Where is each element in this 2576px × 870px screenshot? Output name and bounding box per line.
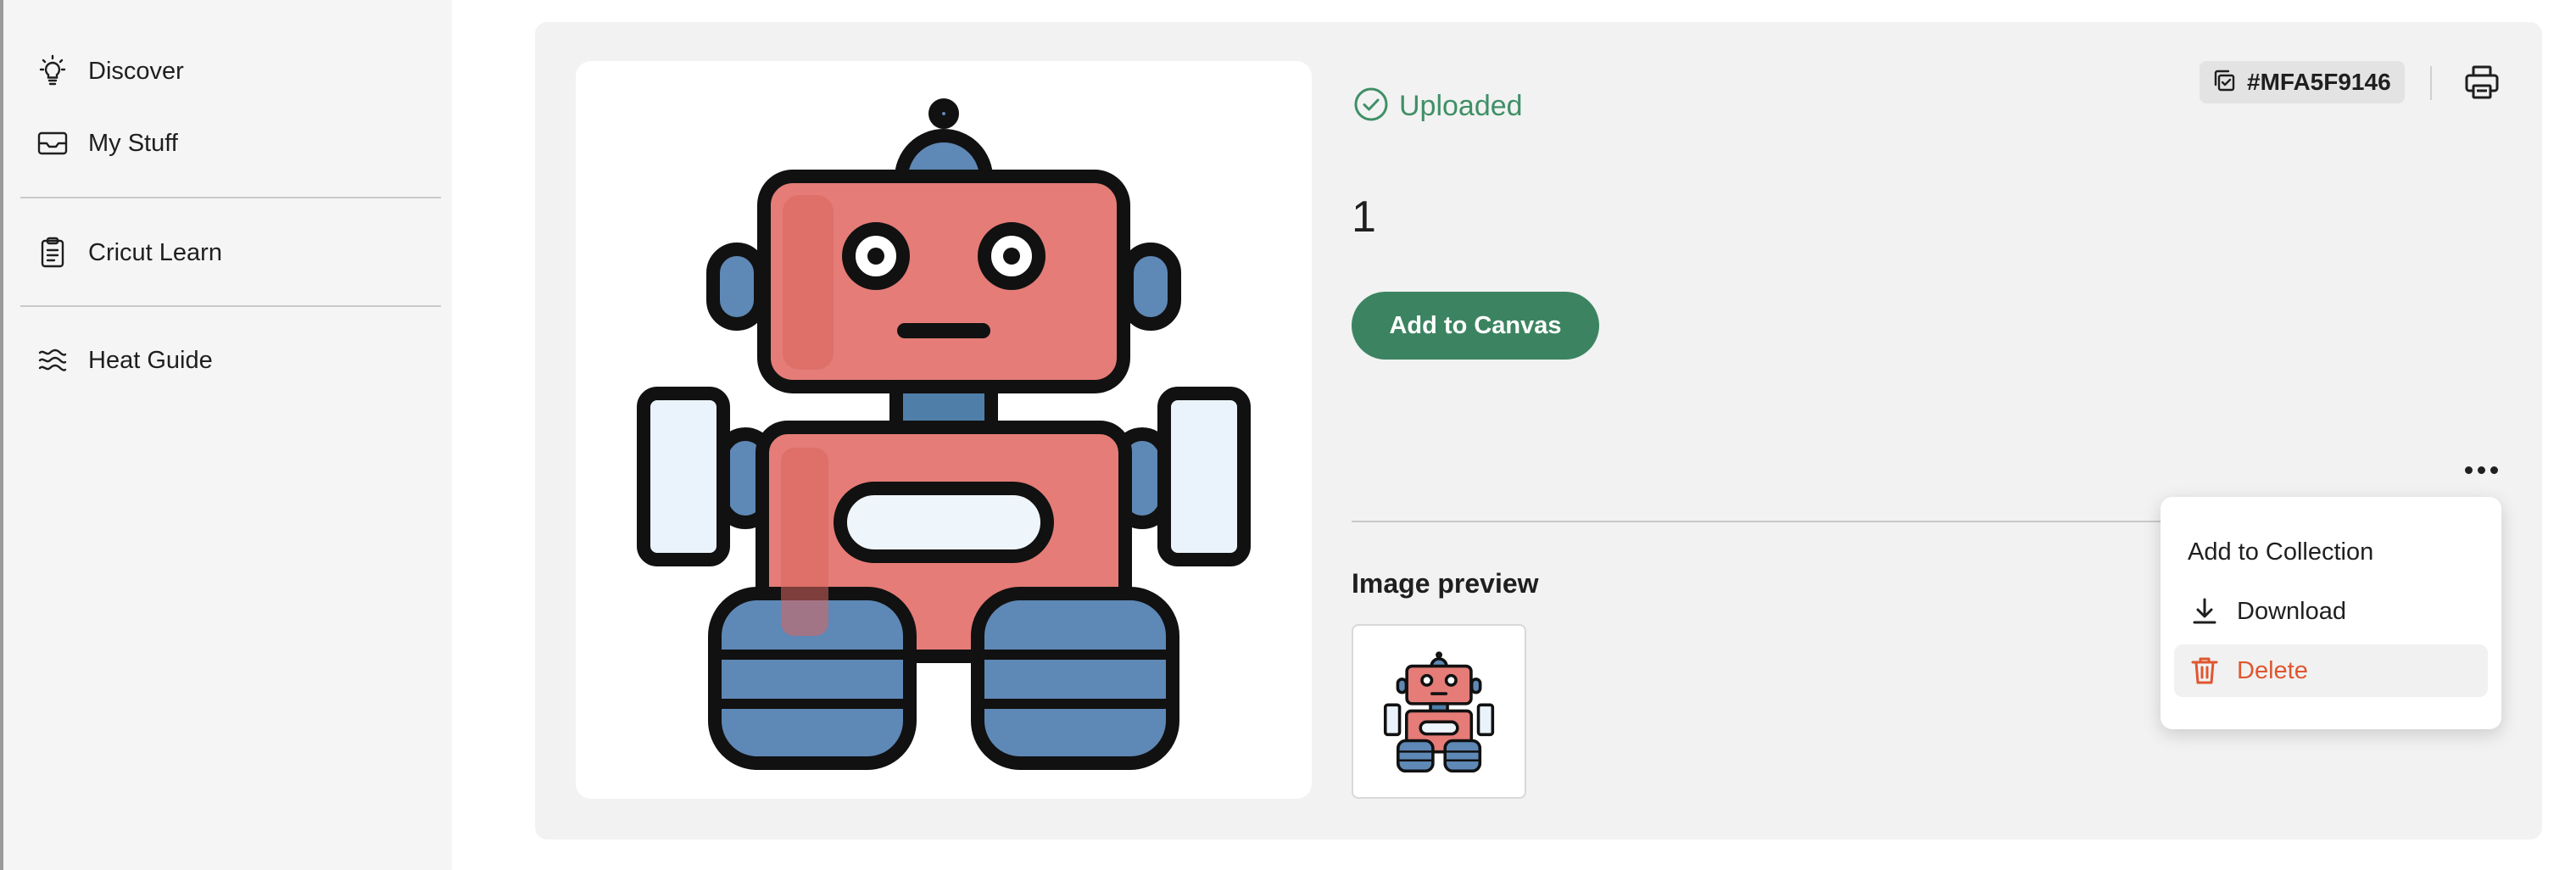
- image-preview-title: Image preview: [1352, 568, 1539, 599]
- robot-image: [637, 98, 1251, 770]
- printer-icon: [2463, 64, 2501, 105]
- print-button[interactable]: [2459, 61, 2505, 107]
- trash-icon: [2186, 652, 2223, 689]
- add-to-canvas-button[interactable]: Add to Canvas: [1352, 292, 1599, 360]
- clipboard-icon: [34, 234, 71, 271]
- sidebar-item-label: Cricut Learn: [88, 238, 222, 266]
- check-circle-icon: [1353, 86, 1389, 126]
- design-id: #MFA5F9146: [2247, 69, 2391, 95]
- copy-icon: [2211, 68, 2237, 98]
- robot-thumbnail: [1383, 651, 1495, 773]
- sidebar-item-my-stuff[interactable]: My Stuff: [34, 120, 178, 167]
- status-label: Uploaded: [1399, 90, 1523, 122]
- design-name: 1: [1352, 192, 1376, 242]
- inbox-icon: [34, 125, 71, 162]
- sidebar-item-label: My Stuff: [88, 129, 178, 157]
- lightbulb-icon: [34, 53, 71, 90]
- more-options-button[interactable]: [2456, 451, 2506, 488]
- sidebar-item-label: Discover: [88, 57, 184, 85]
- options-menu: Add to Collection Download Delete: [2161, 497, 2501, 729]
- menu-item-delete[interactable]: Delete: [2174, 644, 2488, 697]
- menu-item-download[interactable]: Download: [2174, 585, 2488, 638]
- image-preview-thumbnail[interactable]: [1352, 624, 1526, 799]
- menu-item-add-to-collection[interactable]: Add to Collection: [2174, 526, 2488, 578]
- sidebar-divider: [20, 197, 441, 198]
- sidebar-item-label: Heat Guide: [88, 346, 213, 374]
- menu-item-label: Add to Collection: [2188, 538, 2374, 566]
- more-dot: [2464, 466, 2473, 474]
- menu-item-label: Delete: [2237, 656, 2308, 684]
- more-dot: [2477, 466, 2485, 474]
- sidebar: Discover My Stuff Cricut Learn Heat Guid…: [0, 0, 452, 870]
- menu-item-label: Download: [2237, 597, 2346, 625]
- download-icon: [2186, 593, 2223, 630]
- sidebar-divider: [20, 305, 441, 307]
- upload-status: Uploaded: [1353, 86, 1523, 126]
- heat-waves-icon: [34, 342, 71, 379]
- more-dot: [2490, 466, 2498, 474]
- design-image: [576, 61, 1312, 799]
- design-id-badge[interactable]: #MFA5F9146: [2200, 61, 2405, 103]
- sidebar-item-cricut-learn[interactable]: Cricut Learn: [34, 229, 222, 276]
- toolbar-separator: [2430, 66, 2432, 100]
- sidebar-item-heat-guide[interactable]: Heat Guide: [34, 337, 213, 384]
- sidebar-item-discover[interactable]: Discover: [34, 47, 184, 95]
